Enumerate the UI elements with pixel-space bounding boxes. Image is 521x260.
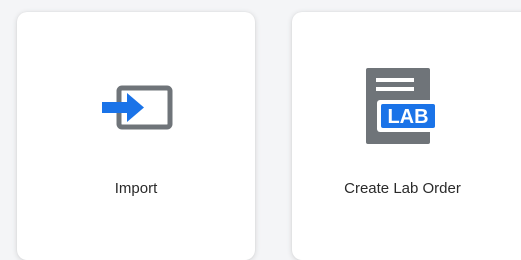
lab-badge-text: LAB [387, 106, 428, 128]
import-icon-wrap [17, 64, 255, 148]
import-card[interactable]: Import [17, 12, 255, 260]
lab-order-icon: LAB [365, 68, 439, 144]
lab-order-icon-wrap: LAB [292, 64, 513, 148]
import-label: Import [114, 180, 158, 197]
create-lab-order-card[interactable]: LAB Create Lab Order [292, 12, 521, 260]
create-lab-order-label: Create Lab Order [344, 180, 461, 197]
import-icon [102, 85, 173, 130]
